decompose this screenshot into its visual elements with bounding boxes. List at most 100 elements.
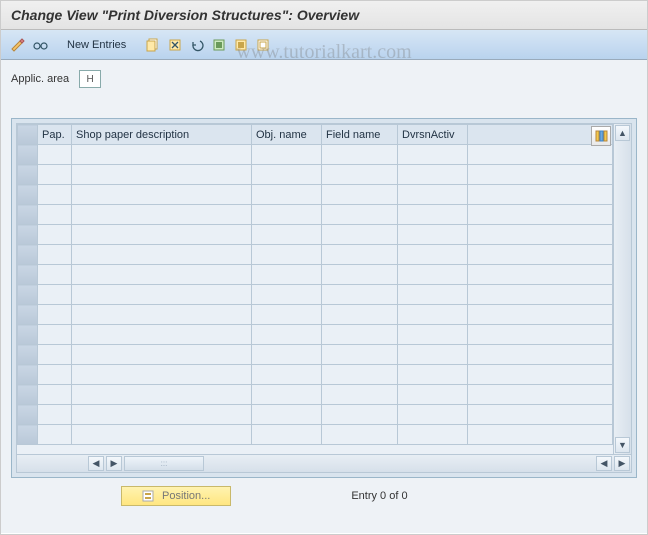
cell-field[interactable] bbox=[322, 425, 398, 445]
position-button[interactable]: Position... bbox=[121, 486, 231, 506]
cell-field[interactable] bbox=[322, 285, 398, 305]
cell-desc[interactable] bbox=[72, 225, 252, 245]
cell-pap[interactable] bbox=[38, 405, 72, 425]
cell-pap[interactable] bbox=[38, 185, 72, 205]
cell-pap[interactable] bbox=[38, 145, 72, 165]
cell-desc[interactable] bbox=[72, 145, 252, 165]
cell-desc[interactable] bbox=[72, 385, 252, 405]
table-row[interactable] bbox=[18, 405, 613, 425]
cell-field[interactable] bbox=[322, 225, 398, 245]
cell-dvrsn[interactable] bbox=[398, 245, 468, 265]
new-entries-button[interactable]: New Entries bbox=[61, 39, 132, 51]
scroll-left-icon[interactable]: ◀ bbox=[88, 456, 104, 471]
column-obj[interactable]: Obj. name bbox=[252, 125, 322, 145]
cell-obj[interactable] bbox=[252, 305, 322, 325]
row-selector[interactable] bbox=[18, 145, 38, 165]
table-row[interactable] bbox=[18, 245, 613, 265]
cell-obj[interactable] bbox=[252, 365, 322, 385]
cell-desc[interactable] bbox=[72, 205, 252, 225]
table-row[interactable] bbox=[18, 205, 613, 225]
cell-desc[interactable] bbox=[72, 365, 252, 385]
row-selector-header[interactable] bbox=[18, 125, 38, 145]
cell-dvrsn[interactable] bbox=[398, 185, 468, 205]
cell-desc[interactable] bbox=[72, 325, 252, 345]
cell-dvrsn[interactable] bbox=[398, 145, 468, 165]
cell-obj[interactable] bbox=[252, 425, 322, 445]
cell-pap[interactable] bbox=[38, 325, 72, 345]
row-selector[interactable] bbox=[18, 165, 38, 185]
cell-obj[interactable] bbox=[252, 145, 322, 165]
table-row[interactable] bbox=[18, 425, 613, 445]
hscroll-thumb[interactable]: ::: bbox=[124, 456, 204, 471]
cell-pap[interactable] bbox=[38, 365, 72, 385]
column-desc[interactable]: Shop paper description bbox=[72, 125, 252, 145]
cell-field[interactable] bbox=[322, 245, 398, 265]
table-settings-button[interactable] bbox=[591, 126, 611, 146]
vertical-scrollbar[interactable]: ▲ ▼ bbox=[613, 124, 631, 454]
cell-obj[interactable] bbox=[252, 385, 322, 405]
cell-desc[interactable] bbox=[72, 245, 252, 265]
column-dvrsn[interactable]: DvrsnActiv bbox=[398, 125, 468, 145]
row-selector[interactable] bbox=[18, 325, 38, 345]
row-selector[interactable] bbox=[18, 385, 38, 405]
cell-field[interactable] bbox=[322, 325, 398, 345]
cell-obj[interactable] bbox=[252, 245, 322, 265]
cell-pap[interactable] bbox=[38, 245, 72, 265]
cell-obj[interactable] bbox=[252, 285, 322, 305]
table-row[interactable] bbox=[18, 305, 613, 325]
cell-desc[interactable] bbox=[72, 185, 252, 205]
cell-desc[interactable] bbox=[72, 285, 252, 305]
column-pap[interactable]: Pap. bbox=[38, 125, 72, 145]
cell-field[interactable] bbox=[322, 365, 398, 385]
cell-dvrsn[interactable] bbox=[398, 405, 468, 425]
row-selector[interactable] bbox=[18, 425, 38, 445]
cell-dvrsn[interactable] bbox=[398, 425, 468, 445]
cell-desc[interactable] bbox=[72, 425, 252, 445]
table-row[interactable] bbox=[18, 285, 613, 305]
cell-pap[interactable] bbox=[38, 205, 72, 225]
cell-dvrsn[interactable] bbox=[398, 265, 468, 285]
scroll-left2-icon[interactable]: ◀ bbox=[596, 456, 612, 471]
copy-icon[interactable] bbox=[144, 36, 162, 54]
row-selector[interactable] bbox=[18, 245, 38, 265]
cell-pap[interactable] bbox=[38, 425, 72, 445]
cell-field[interactable] bbox=[322, 345, 398, 365]
row-selector[interactable] bbox=[18, 285, 38, 305]
cell-obj[interactable] bbox=[252, 205, 322, 225]
cell-pap[interactable] bbox=[38, 285, 72, 305]
vscroll-track[interactable] bbox=[614, 142, 631, 436]
cell-desc[interactable] bbox=[72, 165, 252, 185]
row-selector[interactable] bbox=[18, 265, 38, 285]
row-selector[interactable] bbox=[18, 205, 38, 225]
cell-field[interactable] bbox=[322, 145, 398, 165]
cell-field[interactable] bbox=[322, 265, 398, 285]
undo-icon[interactable] bbox=[188, 36, 206, 54]
cell-pap[interactable] bbox=[38, 225, 72, 245]
table-row[interactable] bbox=[18, 325, 613, 345]
table-row[interactable] bbox=[18, 225, 613, 245]
cell-obj[interactable] bbox=[252, 185, 322, 205]
delete-icon[interactable] bbox=[166, 36, 184, 54]
cell-desc[interactable] bbox=[72, 265, 252, 285]
horizontal-scrollbar[interactable]: ◀ ▶ ::: ◀ ▶ bbox=[17, 454, 631, 472]
cell-dvrsn[interactable] bbox=[398, 325, 468, 345]
cell-dvrsn[interactable] bbox=[398, 345, 468, 365]
cell-dvrsn[interactable] bbox=[398, 165, 468, 185]
table-row[interactable] bbox=[18, 165, 613, 185]
table-row[interactable] bbox=[18, 345, 613, 365]
table-row[interactable] bbox=[18, 365, 613, 385]
row-selector[interactable] bbox=[18, 365, 38, 385]
row-selector[interactable] bbox=[18, 185, 38, 205]
row-selector[interactable] bbox=[18, 225, 38, 245]
applic-area-input[interactable]: H bbox=[79, 70, 101, 88]
deselect-all-icon[interactable] bbox=[254, 36, 272, 54]
cell-dvrsn[interactable] bbox=[398, 385, 468, 405]
cell-pap[interactable] bbox=[38, 385, 72, 405]
table-row[interactable] bbox=[18, 265, 613, 285]
table-row[interactable] bbox=[18, 385, 613, 405]
cell-pap[interactable] bbox=[38, 265, 72, 285]
cell-obj[interactable] bbox=[252, 225, 322, 245]
cell-dvrsn[interactable] bbox=[398, 205, 468, 225]
cell-desc[interactable] bbox=[72, 305, 252, 325]
cell-obj[interactable] bbox=[252, 165, 322, 185]
